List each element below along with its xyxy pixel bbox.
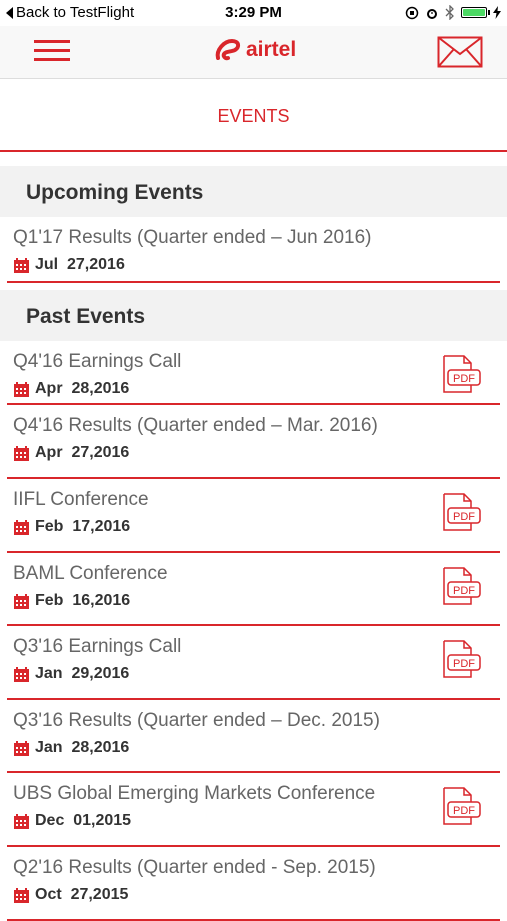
calendar-icon [14,740,29,756]
title-bar: EVENTS [0,79,507,152]
event-title: BAML Conference [13,563,168,584]
event-row[interactable]: Q3'16 Results (Quarter ended – Dec. 2015… [7,700,500,773]
page-title: EVENTS [217,106,290,126]
pdf-icon[interactable]: PDF [438,567,482,605]
event-date: Jan 28,2016 [13,739,129,757]
svg-text:PDF: PDF [453,373,475,385]
event-row[interactable]: BAML Conference Feb 16,2016 PDF [7,553,500,626]
calendar-icon [14,519,29,535]
event-row[interactable]: Q4'16 Earnings Call Apr 28,2016 PDF [7,341,500,405]
event-title: UBS Global Emerging Markets Conference [13,783,376,804]
battery-icon [461,7,490,18]
event-date-text: Apr 27,2016 [35,444,130,461]
past-events-header: Past Events [0,290,507,341]
event-title: Q3'16 Earnings Call [13,636,182,657]
calendar-icon [14,666,29,682]
upcoming-events-header: Upcoming Events [0,166,507,217]
section-heading: Past Events [26,305,146,328]
pdf-icon[interactable]: PDF [438,355,482,393]
event-date: Feb 17,2016 [13,518,130,536]
mail-icon[interactable] [437,36,483,68]
event-row[interactable]: Q2'16 Results (Quarter ended - Sep. 2015… [7,847,500,921]
svg-text:PDF: PDF [453,658,475,670]
event-date-text: Jan 28,2016 [35,739,130,756]
bluetooth-icon [445,5,454,20]
event-date: Feb 16,2016 [13,592,130,610]
event-date-text: Apr 28,2016 [35,380,130,397]
pdf-icon[interactable]: PDF [438,787,482,825]
alarm-icon [427,8,437,19]
event-date: Jul 27,2016 [13,256,125,274]
airtel-logo: airtel [214,38,296,62]
airtel-logo-icon [215,38,241,61]
event-row[interactable]: Q1'17 Results (Quarter ended – Jun 2016)… [7,217,500,283]
event-row[interactable]: Q3'16 Earnings Call Jan 29,2016 PDF [7,626,500,700]
logo-text: airtel [246,38,297,61]
navigation-bar: airtel [0,26,507,79]
status-icons [405,5,501,20]
calendar-icon [14,887,29,903]
calendar-icon [14,445,29,461]
svg-text:PDF: PDF [453,585,475,597]
event-row[interactable]: Q4'16 Results (Quarter ended – Mar. 2016… [7,405,500,479]
event-date-text: Jul 27,2016 [35,256,125,273]
status-bar: Back to TestFlight 3:29 PM [0,0,507,26]
calendar-icon [14,381,29,397]
hamburger-icon[interactable] [34,40,70,62]
calendar-icon [14,593,29,609]
event-row[interactable]: IIFL Conference Feb 17,2016 PDF [7,479,500,553]
event-title: Q4'16 Results (Quarter ended – Mar. 2016… [13,415,378,436]
event-title: Q2'16 Results (Quarter ended - Sep. 2015… [13,857,376,878]
event-date-text: Feb 16,2016 [35,592,131,609]
section-heading: Upcoming Events [26,181,204,204]
pdf-icon[interactable]: PDF [438,493,482,531]
calendar-icon [14,257,29,273]
event-title: IIFL Conference [13,489,149,510]
rotation-lock-icon [405,6,419,19]
calendar-icon [14,813,29,829]
event-date-text: Dec 01,2015 [35,812,132,829]
event-row[interactable]: UBS Global Emerging Markets Conference De… [7,773,500,847]
event-date: Apr 28,2016 [13,380,129,398]
charging-bolt-icon [493,6,501,19]
event-date: Jan 29,2016 [13,665,129,683]
event-date: Dec 01,2015 [13,812,131,830]
event-date-text: Oct 27,2015 [35,886,129,903]
pdf-icon[interactable]: PDF [438,640,482,678]
event-title: Q3'16 Results (Quarter ended – Dec. 2015… [13,710,380,731]
event-title: Q4'16 Earnings Call [13,351,182,372]
event-date: Oct 27,2015 [13,886,128,904]
event-date-text: Jan 29,2016 [35,665,130,682]
svg-text:PDF: PDF [453,805,475,817]
event-date: Apr 27,2016 [13,444,129,462]
event-title: Q1'17 Results (Quarter ended – Jun 2016) [13,227,372,248]
event-date-text: Feb 17,2016 [35,518,131,535]
svg-text:PDF: PDF [453,511,475,523]
